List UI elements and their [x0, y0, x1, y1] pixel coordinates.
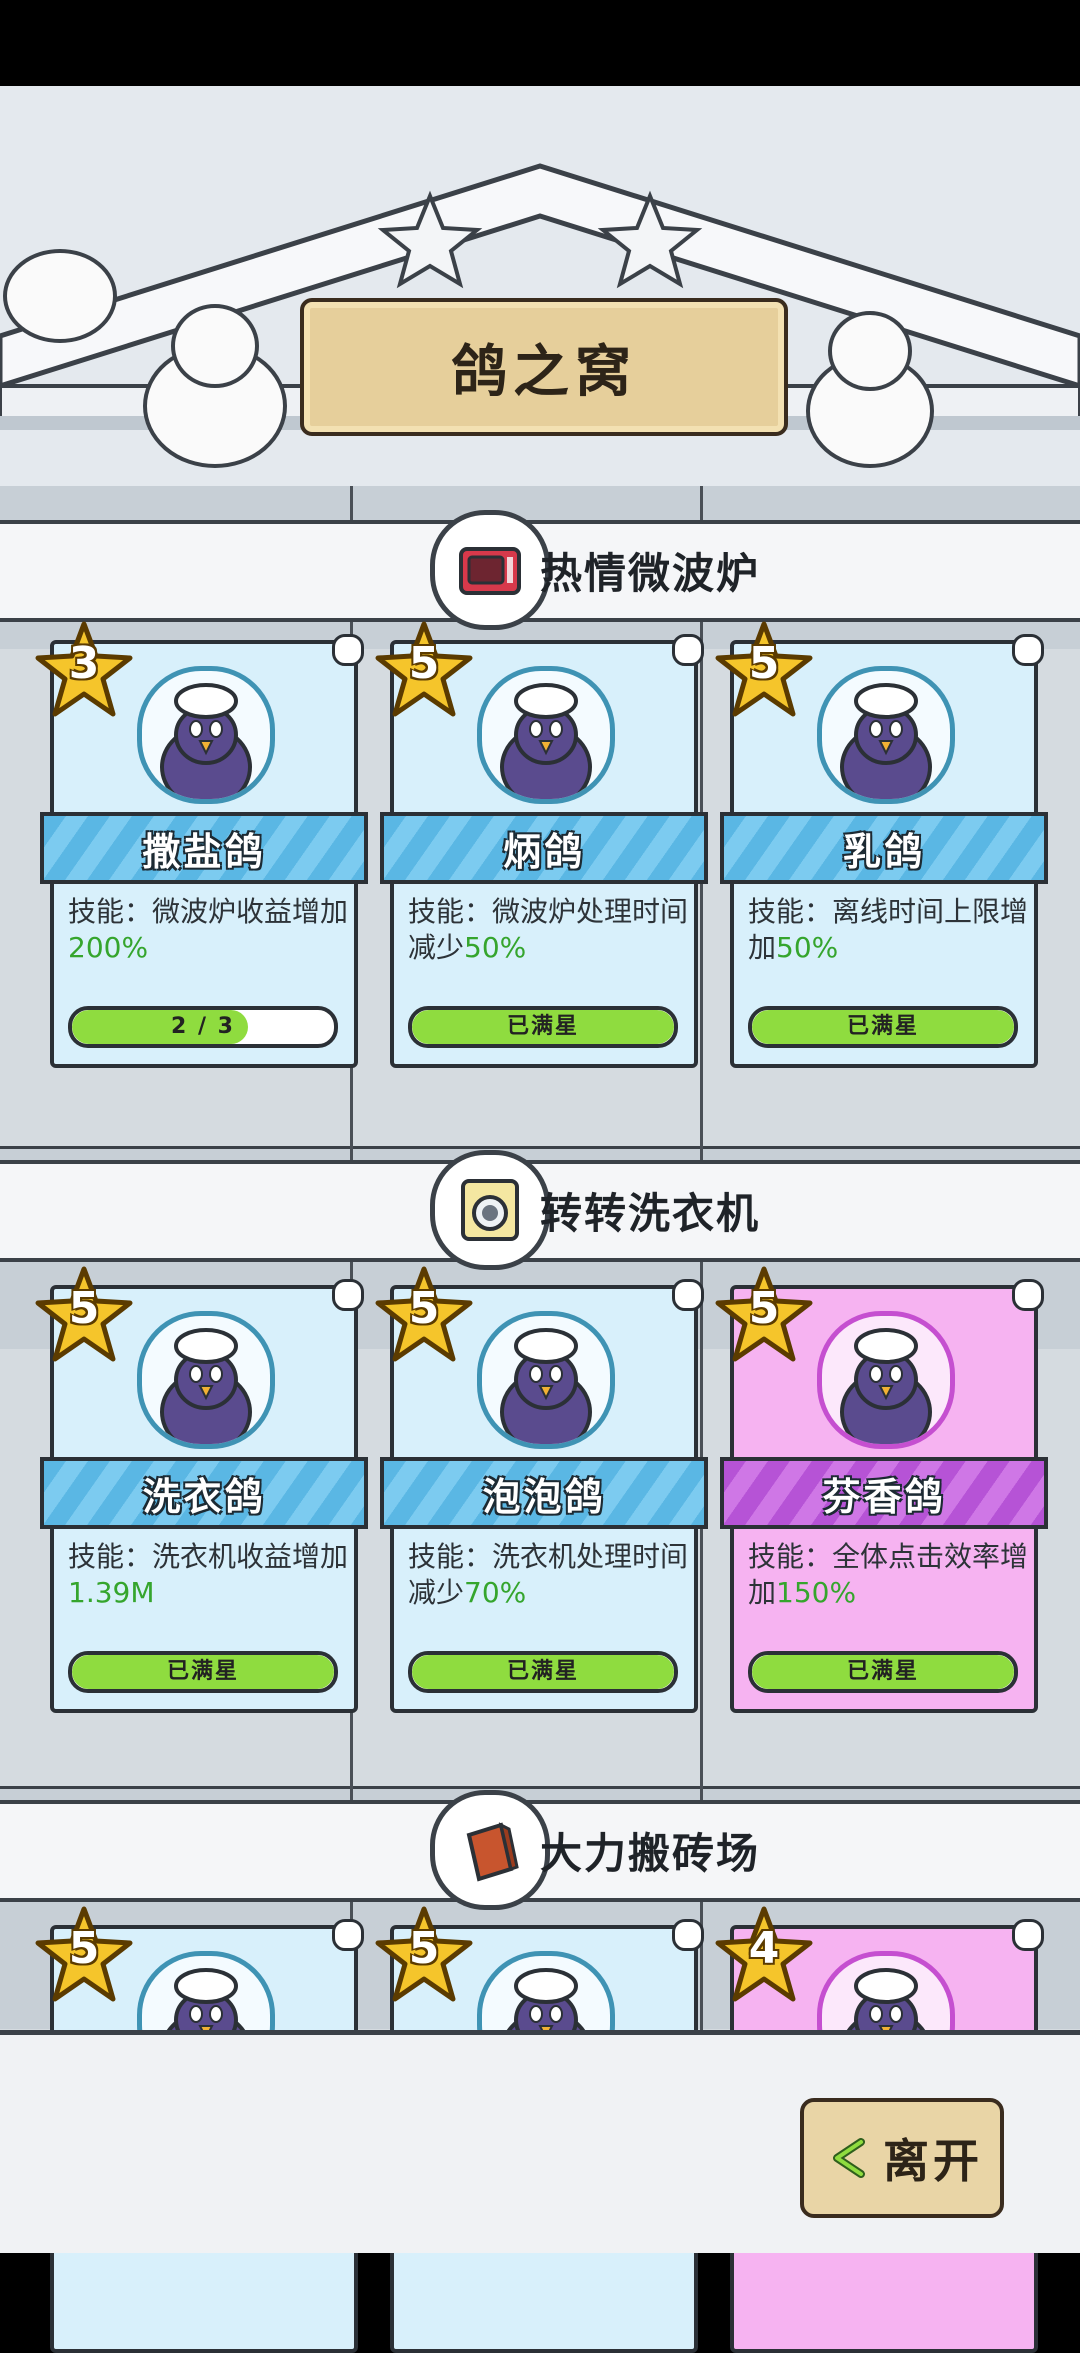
skill-value: 200% — [68, 931, 149, 964]
leave-button[interactable]: 离开 — [800, 2098, 1004, 2218]
pigeon-portrait — [137, 1311, 275, 1449]
card-pin — [672, 1279, 704, 1311]
skill-description: 技能：全体点击效率增加150% — [748, 1539, 1028, 1611]
nest-title-sign: 鸽之窝 — [300, 298, 788, 436]
section-title: 大力搬砖场 — [540, 1829, 761, 1878]
star-progress-bar: 2 / 3 — [68, 1006, 338, 1048]
pigeon-card[interactable]: 5 芬香鸽技能：全体点击效率增加150% 已满星 — [715, 1266, 1048, 1713]
skill-description: 技能：微波炉处理时间减少50% — [408, 894, 688, 966]
skill-description: 技能：微波炉收益增加200% — [68, 894, 348, 966]
pigeon-name: 洗衣鸽 — [142, 1474, 266, 1519]
pigeon-name-ribbon: 撒盐鸽 — [40, 812, 368, 884]
progress-label: 已满星 — [846, 1659, 919, 1684]
skill-text: 技能：微波炉处理时间减少 — [408, 895, 689, 964]
star-rank: 5 — [748, 1283, 780, 1334]
card-pin — [1012, 634, 1044, 666]
skill-value: 150% — [776, 1576, 857, 1609]
skill-description: 技能：离线时间上限增加50% — [748, 894, 1028, 966]
card-pin — [672, 1919, 704, 1951]
progress-label: 已满星 — [166, 1659, 239, 1684]
pigeon-name: 芬香鸽 — [822, 1474, 946, 1519]
card-pin — [332, 634, 364, 666]
pigeon-portrait — [477, 1311, 615, 1449]
skill-value: 1.39M — [68, 1576, 155, 1609]
skill-text: 技能：洗衣机收益增加 — [68, 1540, 349, 1573]
pigeon-card[interactable]: 5 乳鸽技能：离线时间上限增加50% 已满星 — [715, 621, 1048, 1068]
back-arrow-icon — [833, 2138, 865, 2178]
pigeon-name-ribbon: 洗衣鸽 — [40, 1457, 368, 1529]
pigeon-card[interactable]: 5 炳鸽技能：微波炉处理时间减少50% 已满星 — [375, 621, 708, 1068]
progress-label: 已满星 — [846, 1014, 919, 1039]
skill-description: 技能：洗衣机处理时间减少70% — [408, 1539, 688, 1611]
star-rank: 5 — [748, 638, 780, 689]
card-pin — [332, 1919, 364, 1951]
pigeon-portrait — [137, 666, 275, 804]
card-pin — [1012, 1919, 1044, 1951]
card-pin — [332, 1279, 364, 1311]
pigeon-name-ribbon: 乳鸽 — [720, 812, 1048, 884]
star-progress-bar: 已满星 — [68, 1651, 338, 1693]
progress-label: 2 / 3 — [171, 1014, 235, 1039]
pigeon-card[interactable]: 3 撒盐鸽技能：微波炉收益增加200% 2 / 3 — [35, 621, 368, 1068]
section-title: 热情微波炉 — [540, 549, 761, 598]
skill-description: 技能：洗衣机收益增加1.39M — [68, 1539, 348, 1611]
leave-label: 离开 — [883, 2134, 983, 2188]
pigeon-name-ribbon: 泡泡鸽 — [380, 1457, 708, 1529]
skill-text: 技能：洗衣机处理时间减少 — [408, 1540, 689, 1609]
pigeon-name-ribbon: 炳鸽 — [380, 812, 708, 884]
pigeon-portrait — [817, 1311, 955, 1449]
pigeon-name: 乳鸽 — [842, 829, 925, 874]
pigeon-portrait — [817, 666, 955, 804]
star-rank: 5 — [408, 1283, 440, 1334]
star-rank: 5 — [408, 1923, 440, 1974]
skill-text: 技能：微波炉收益增加 — [68, 895, 349, 928]
pigeon-name: 炳鸽 — [502, 829, 585, 874]
star-progress-bar: 已满星 — [748, 1006, 1018, 1048]
star-rank: 5 — [68, 1283, 100, 1334]
page-title: 鸽之窝 — [451, 339, 637, 405]
pigeon-name-ribbon: 芬香鸽 — [720, 1457, 1048, 1529]
star-rank: 4 — [748, 1923, 780, 1974]
star-rank: 3 — [68, 638, 100, 689]
skill-value: 70% — [464, 1576, 527, 1609]
pigeon-card[interactable]: 5 泡泡鸽技能：洗衣机处理时间减少70% 已满星 — [375, 1266, 708, 1713]
star-rank: 5 — [408, 638, 440, 689]
progress-label: 已满星 — [506, 1014, 579, 1039]
brick-icon — [430, 1790, 550, 1910]
star-rank: 5 — [68, 1923, 100, 1974]
pigeon-name: 撒盐鸽 — [142, 829, 266, 874]
progress-label: 已满星 — [506, 1659, 579, 1684]
pigeon-card[interactable]: 5 洗衣鸽技能：洗衣机收益增加1.39M 已满星 — [35, 1266, 368, 1713]
star-progress-bar: 已满星 — [748, 1651, 1018, 1693]
card-pin — [1012, 1279, 1044, 1311]
washing-machine-icon — [430, 1150, 550, 1270]
star-progress-bar: 已满星 — [408, 1006, 678, 1048]
card-pin — [672, 634, 704, 666]
skill-value: 50% — [776, 931, 839, 964]
section-title: 转转洗衣机 — [540, 1189, 761, 1238]
star-progress-bar: 已满星 — [408, 1651, 678, 1693]
microwave-icon — [430, 510, 550, 630]
pigeon-portrait — [477, 666, 615, 804]
pigeon-name: 泡泡鸽 — [482, 1474, 606, 1519]
skill-value: 50% — [464, 931, 527, 964]
